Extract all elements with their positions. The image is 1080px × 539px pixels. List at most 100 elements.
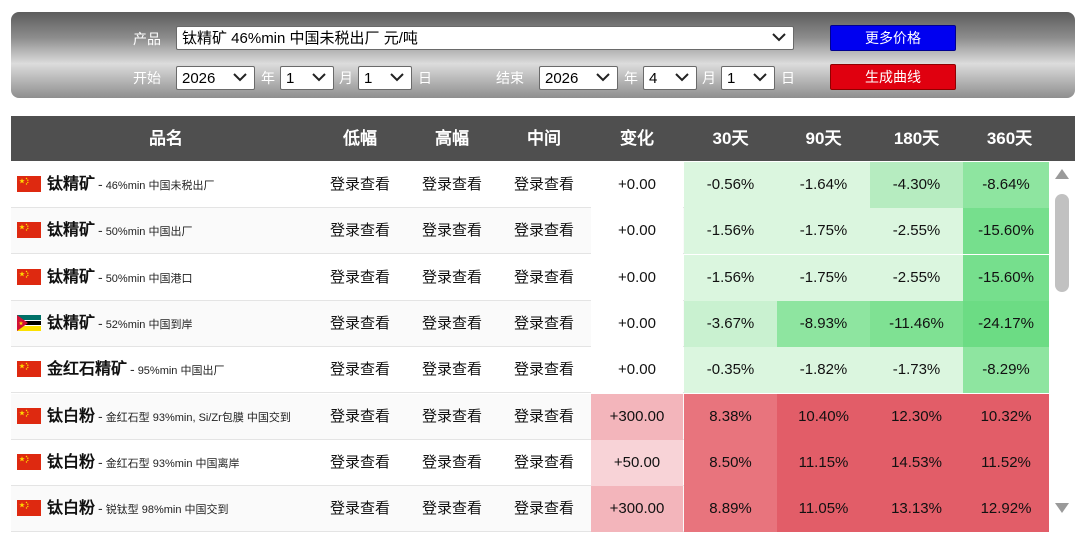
start-day-select[interactable]: 1 bbox=[358, 66, 412, 90]
cell-low[interactable]: 登录查看 bbox=[314, 208, 406, 254]
product-spec: 金红石型 93%min 中国离岸 bbox=[105, 457, 240, 470]
cell-change: +300.00 bbox=[591, 486, 683, 533]
cell-low[interactable]: 登录查看 bbox=[314, 301, 406, 347]
scroll-up-arrow-icon[interactable] bbox=[1054, 168, 1070, 180]
end-year-select[interactable]: 2026 bbox=[539, 66, 618, 90]
cell-product-name[interactable]: 钛精矿 -50%min 中国出厂 bbox=[11, 208, 311, 254]
product-main-name: 钛白粉 bbox=[47, 500, 96, 518]
cell-product-name[interactable]: 钛白粉 - 锐钛型 98%min 中国交到 bbox=[11, 486, 311, 532]
scroll-down-arrow-icon[interactable] bbox=[1054, 502, 1070, 514]
cell-360d: -15.60% bbox=[963, 254, 1049, 301]
product-dash: - bbox=[98, 176, 103, 192]
table-row[interactable]: 钛精矿 -50%min 中国出厂 登录查看 登录查看 登录查看 +0.00 -1.56% -1… bbox=[11, 208, 1049, 255]
product-name: 钛精矿 -46%min 中国未税出厂 bbox=[47, 162, 214, 208]
cell-90d: 11.15% bbox=[777, 439, 870, 486]
cell-mid[interactable]: 登录查看 bbox=[498, 255, 590, 301]
product-name: 钛精矿 -50%min 中国港口 bbox=[47, 255, 192, 301]
product-spec: 50%min 中国出厂 bbox=[105, 226, 193, 239]
cell-30d: -3.67% bbox=[684, 300, 777, 347]
table-header: 品名 低幅 高幅 中间 变化 30天 90天 180天 360天 bbox=[11, 116, 1075, 161]
china-flag-icon bbox=[17, 268, 41, 285]
cell-high[interactable]: 登录查看 bbox=[406, 347, 498, 393]
cell-360d: -24.17% bbox=[963, 300, 1049, 347]
header-360d: 360天 bbox=[986, 129, 1033, 148]
cell-product-name[interactable]: 钛白粉 - 金红石型 93%min 中国离岸 bbox=[11, 440, 311, 486]
start-month-select[interactable]: 1 bbox=[280, 66, 334, 90]
cell-mid[interactable]: 登录查看 bbox=[498, 347, 590, 393]
generate-curve-button[interactable]: 生成曲线 bbox=[830, 64, 956, 90]
product-spec: 金红石型 93%min, Si/Zr包膜 中国交到 bbox=[105, 411, 291, 424]
product-select[interactable]: 钛精矿 46%min 中国未税出厂 元/吨 bbox=[176, 26, 794, 50]
cell-product-name[interactable]: 钛精矿 -46%min 中国未税出厂 bbox=[11, 162, 311, 208]
product-spec: 52%min 中国到岸 bbox=[105, 318, 193, 331]
start-year-select[interactable]: 2026 bbox=[176, 66, 255, 90]
table-row[interactable]: 钛白粉 - 锐钛型 98%min 中国交到 登录查看 登录查看 登录查看 +300.00 8.… bbox=[11, 486, 1049, 533]
cell-mid[interactable]: 登录查看 bbox=[498, 486, 590, 532]
product-spec: 95%min 中国出厂 bbox=[137, 365, 225, 378]
table-row[interactable]: 钛精矿 -50%min 中国港口 登录查看 登录查看 登录查看 +0.00 -1.56% -1… bbox=[11, 254, 1049, 301]
cell-product-name[interactable]: 钛精矿 -52%min 中国到岸 bbox=[11, 301, 311, 347]
header-change: 变化 bbox=[620, 129, 654, 148]
product-dash: - bbox=[98, 500, 103, 517]
cell-low[interactable]: 登录查看 bbox=[314, 394, 406, 440]
cell-high[interactable]: 登录查看 bbox=[406, 394, 498, 440]
end-day-select[interactable]: 1 bbox=[721, 66, 775, 90]
product-main-name: 金红石精矿 bbox=[47, 361, 128, 379]
table-row[interactable]: 钛白粉 - 金红石型 93%min, Si/Zr包膜 中国交到 登录查看 登录查看 登录查… bbox=[11, 393, 1049, 440]
cell-mid[interactable]: 登录查看 bbox=[498, 440, 590, 486]
product-dash: - bbox=[98, 268, 103, 285]
table-row[interactable]: 金红石精矿 -95%min 中国出厂 登录查看 登录查看 登录查看 +0.00 -0.35%… bbox=[11, 347, 1049, 394]
header-name: 品名 bbox=[149, 129, 183, 148]
cell-mid[interactable]: 登录查看 bbox=[498, 162, 590, 208]
table-row[interactable]: 钛白粉 - 金红石型 93%min 中国离岸 登录查看 登录查看 登录查看 +50.00 8.… bbox=[11, 439, 1049, 486]
cell-product-name[interactable]: 钛白粉 - 金红石型 93%min, Si/Zr包膜 中国交到 bbox=[11, 394, 311, 440]
cell-30d: -1.56% bbox=[684, 254, 777, 301]
product-main-name: 钛白粉 bbox=[47, 453, 96, 471]
end-label: 结束 bbox=[496, 70, 524, 86]
start-day-unit: 日 bbox=[418, 70, 432, 86]
chevron-down-icon bbox=[312, 73, 326, 82]
cell-low[interactable]: 登录查看 bbox=[314, 255, 406, 301]
cell-high[interactable]: 登录查看 bbox=[406, 255, 498, 301]
cell-change: +0.00 bbox=[591, 162, 683, 208]
cell-low[interactable]: 登录查看 bbox=[314, 440, 406, 486]
cell-high[interactable]: 登录查看 bbox=[406, 486, 498, 532]
cell-change: +50.00 bbox=[591, 439, 683, 486]
cell-product-name[interactable]: 钛精矿 -50%min 中国港口 bbox=[11, 255, 311, 301]
table-row[interactable]: 钛精矿 -46%min 中国未税出厂 登录查看 登录查看 登录查看 +0.00 -0.56%… bbox=[11, 162, 1049, 208]
chevron-down-icon bbox=[233, 73, 247, 82]
cell-360d: -8.29% bbox=[963, 347, 1049, 394]
cell-180d: -4.30% bbox=[870, 162, 963, 208]
end-year-value: 2026 bbox=[545, 70, 579, 87]
end-day-value: 1 bbox=[727, 70, 736, 87]
cell-low[interactable]: 登录查看 bbox=[314, 162, 406, 208]
cell-change: +0.00 bbox=[591, 347, 683, 394]
cell-mid[interactable]: 登录查看 bbox=[498, 394, 590, 440]
cell-mid[interactable]: 登录查看 bbox=[498, 301, 590, 347]
cell-30d: 8.50% bbox=[684, 439, 777, 486]
header-mid: 中间 bbox=[527, 129, 561, 148]
product-name: 钛白粉 - 锐钛型 98%min 中国交到 bbox=[47, 486, 229, 532]
header-180d: 180天 bbox=[893, 129, 940, 148]
scrollbar[interactable] bbox=[1050, 162, 1075, 524]
end-month-select[interactable]: 4 bbox=[643, 66, 697, 90]
cell-product-name[interactable]: 金红石精矿 -95%min 中国出厂 bbox=[11, 347, 311, 393]
chevron-down-icon bbox=[753, 73, 767, 82]
product-main-name: 钛精矿 bbox=[47, 176, 96, 193]
cell-high[interactable]: 登录查看 bbox=[406, 208, 498, 254]
cell-high[interactable]: 登录查看 bbox=[406, 162, 498, 208]
chevron-down-icon bbox=[675, 73, 689, 82]
table-row[interactable]: 钛精矿 -52%min 中国到岸 登录查看 登录查看 登录查看 +0.00 -3.67% -8… bbox=[11, 300, 1049, 347]
cell-low[interactable]: 登录查看 bbox=[314, 347, 406, 393]
scrollbar-thumb[interactable] bbox=[1055, 194, 1069, 292]
mozambique-flag-icon bbox=[17, 314, 41, 331]
cell-mid[interactable]: 登录查看 bbox=[498, 208, 590, 254]
china-flag-icon bbox=[17, 500, 41, 517]
cell-high[interactable]: 登录查看 bbox=[406, 440, 498, 486]
cell-high[interactable]: 登录查看 bbox=[406, 301, 498, 347]
chevron-down-icon bbox=[390, 73, 404, 82]
cell-180d: -1.73% bbox=[870, 347, 963, 394]
cell-90d: -8.93% bbox=[777, 300, 870, 347]
more-price-button[interactable]: 更多价格 bbox=[830, 25, 956, 51]
cell-low[interactable]: 登录查看 bbox=[314, 486, 406, 532]
